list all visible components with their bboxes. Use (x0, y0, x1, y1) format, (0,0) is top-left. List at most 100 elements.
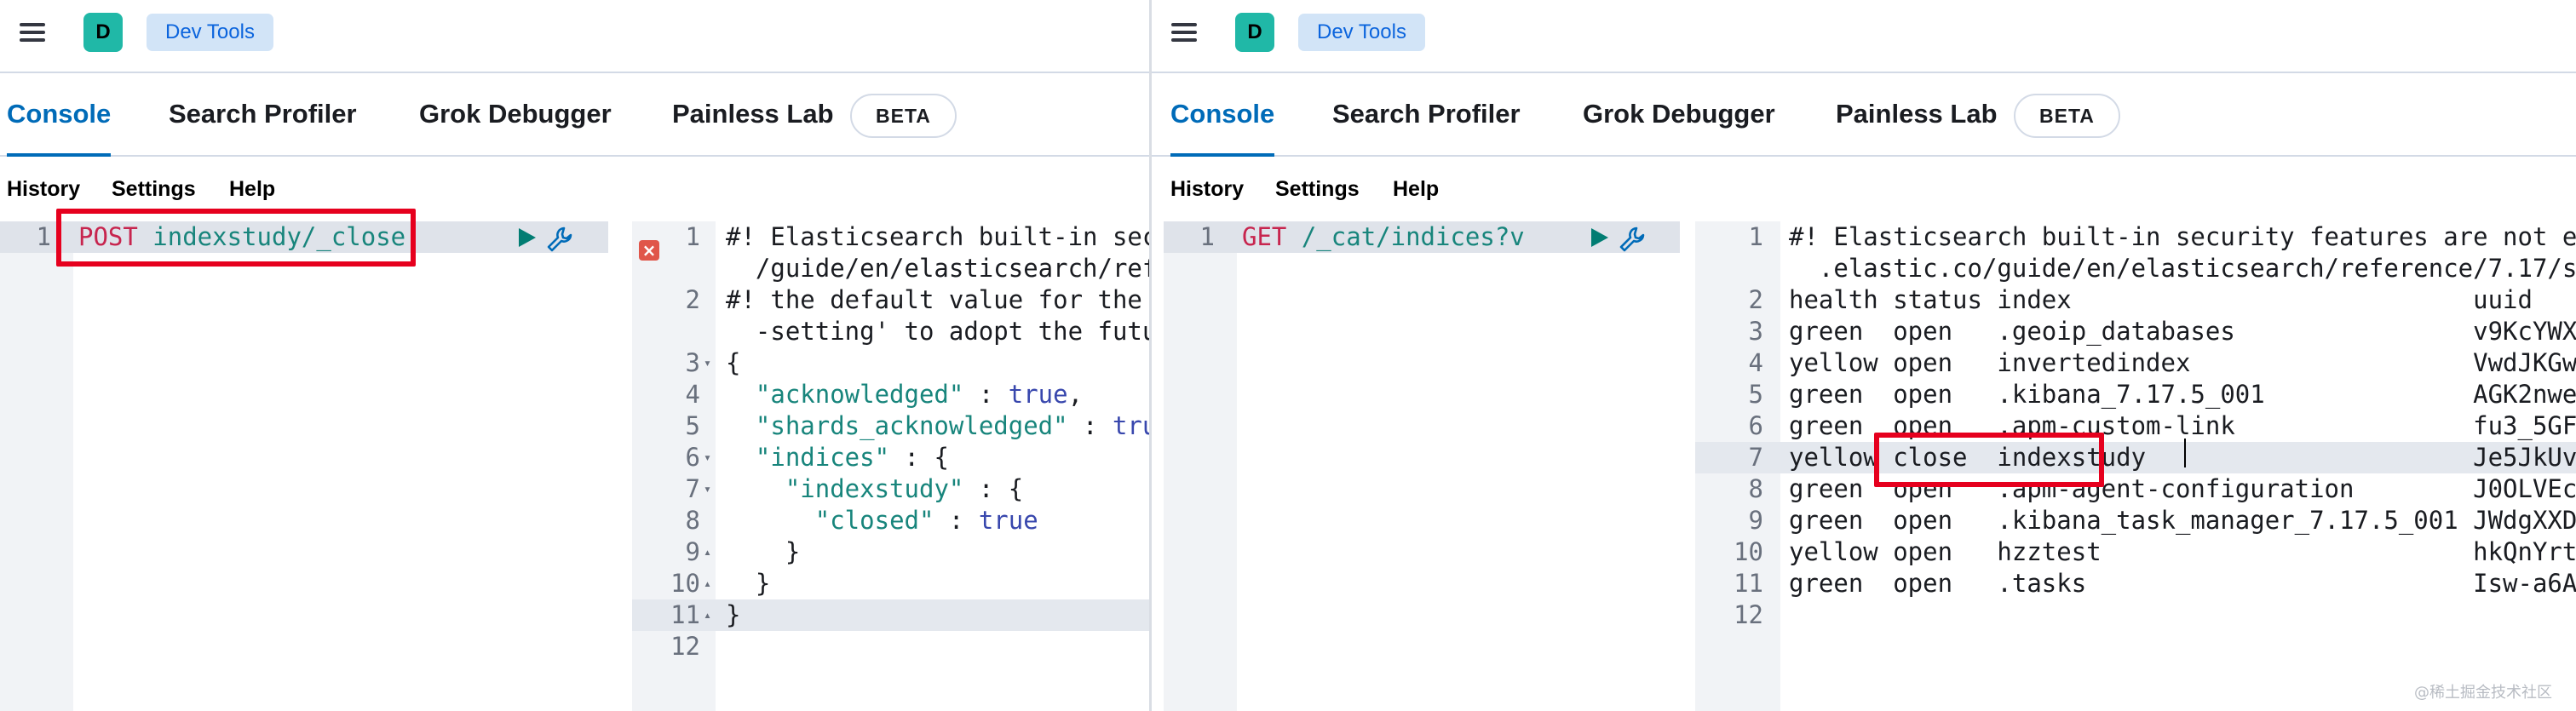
response-text: yellow open invertedindex VwdJKGwVSs (1789, 348, 2576, 377)
fold-arrow-icon[interactable]: ▾ (704, 473, 711, 505)
response-text: #! the default value for the ? (726, 285, 1152, 314)
fold-arrow-icon[interactable]: ▾ (704, 347, 711, 379)
response-line: 11 green open .tasks Isw-a6AvRD (1695, 568, 2576, 599)
breadcrumb[interactable]: Dev Tools (1298, 14, 1425, 51)
line-number: 7 (1748, 443, 1763, 472)
response-text: green open .apm-agent-configuration J0OL… (1789, 474, 2576, 503)
fold-arrow-icon[interactable]: ▴ (704, 536, 711, 568)
response-line: 1 #! Elasticsearch built-in secu (632, 221, 1152, 253)
beta-badge: BETA (2014, 94, 2120, 138)
request-line[interactable]: POST indexstudy/_close (78, 221, 405, 253)
tab-console[interactable]: Console (7, 73, 112, 157)
response-output: 1 #! Elasticsearch built-in security feat… (1695, 221, 2576, 711)
request-gutter (0, 221, 73, 711)
response-line: 4 "acknowledged" : true, (632, 379, 1152, 410)
line-number: 1 (36, 222, 51, 251)
top-header: D Dev Tools (1152, 0, 2576, 73)
tab-painless-lab[interactable]: Painless Lab (1836, 73, 1998, 155)
history-link[interactable]: History (1170, 177, 1244, 202)
line-number: 11 (670, 600, 700, 629)
menu-icon[interactable] (1169, 19, 1199, 46)
line-number: 4 (1748, 348, 1763, 377)
response-line: 7 ▾ "indexstudy" : { (632, 473, 1152, 505)
help-link[interactable]: Help (1393, 177, 1439, 202)
line-number: 11 (1734, 569, 1763, 598)
response-line: 1 #! Elasticsearch built-in security feat… (1695, 221, 2576, 253)
line-number: 3 (1748, 317, 1763, 346)
line-number: 2 (1748, 285, 1763, 314)
tab-painless-lab[interactable]: Painless Lab (672, 73, 834, 155)
tab-search-profiler[interactable]: Search Profiler (1332, 73, 1521, 155)
request-method: POST (78, 222, 138, 251)
request-editor[interactable]: 1 GET /_cat/indices?v (1164, 221, 1680, 711)
response-text: yellow close indexstudy Je5JkUv5SF (1789, 443, 2576, 472)
response-text: { (726, 348, 741, 377)
response-line: 12 (632, 631, 1152, 662)
request-gutter (1164, 221, 1237, 711)
response-line: 12 (1695, 599, 2576, 631)
line-number: 8 (685, 506, 700, 535)
line-number: 8 (1748, 474, 1763, 503)
response-text: #! Elasticsearch built-in security featu… (1789, 222, 2576, 251)
space-avatar[interactable]: D (83, 13, 123, 52)
response-text: } (726, 537, 801, 566)
play-icon[interactable] (517, 228, 536, 247)
wrench-icon[interactable] (1618, 225, 1647, 254)
space-avatar[interactable]: D (1235, 13, 1274, 52)
fold-arrow-icon[interactable]: ▴ (704, 568, 711, 599)
line-number: 10 (1734, 537, 1763, 566)
tab-grok-debugger[interactable]: Grok Debugger (419, 73, 612, 155)
request-path: /_cat/indices?v (1286, 222, 1525, 251)
fold-arrow-icon[interactable]: ▾ (704, 442, 711, 473)
response-line: 8 "closed" : true (632, 505, 1152, 536)
response-text: green open .apm-custom-link fu3_5GF_RI (1789, 411, 2576, 440)
top-header: D Dev Tools (0, 0, 1152, 73)
response-line: 2 health status index uuid (1695, 284, 2576, 316)
response-text: "indices" : { (755, 443, 949, 472)
response-text: green open .kibana_task_manager_7.17.5_0… (1789, 506, 2576, 535)
request-editor[interactable]: 1 POST indexstudy/_close (0, 221, 608, 711)
response-line: 3 green open .geoip_databases v9KcYWXJSQ (1695, 316, 2576, 347)
response-text: -setting' to adopt the futur (726, 317, 1152, 346)
request-path: indexstudy/_close (137, 222, 406, 251)
line-number: 1 (1199, 222, 1215, 251)
response-line: 9 ▴ } (632, 536, 1152, 568)
settings-link[interactable]: Settings (1275, 177, 1360, 202)
menu-icon[interactable] (17, 19, 48, 46)
response-line: 8 green open .apm-agent-configuration J0O… (1695, 473, 2576, 505)
response-line: -setting' to adopt the futur (632, 316, 1152, 347)
request-method: GET (1242, 222, 1287, 251)
tab-search-profiler[interactable]: Search Profiler (169, 73, 357, 155)
fold-arrow-icon[interactable]: ▴ (704, 599, 711, 631)
response-text: } (726, 600, 741, 629)
settings-link[interactable]: Settings (112, 177, 196, 202)
response-line: 6 green open .apm-custom-link fu3_5GF_RI (1695, 410, 2576, 442)
response-text: green open .kibana_7.17.5_001 AGK2nweLQT (1789, 380, 2576, 409)
line-number: 3 (685, 348, 700, 377)
response-line: 5 "shards_acknowledged" : true (632, 410, 1152, 442)
wrench-icon[interactable] (545, 225, 574, 254)
history-link[interactable]: History (7, 177, 80, 202)
response-line: 5 green open .kibana_7.17.5_001 AGK2nweLQ… (1695, 379, 2576, 410)
play-icon[interactable] (1590, 228, 1608, 247)
line-number: 6 (685, 443, 700, 472)
response-text: yellow open hzztest hkQnYrt9S8 (1789, 537, 2576, 566)
response-text: green open .tasks Isw-a6AvRD (1789, 569, 2576, 598)
line-number: 12 (670, 632, 700, 661)
tab-grok-debugger[interactable]: Grok Debugger (1583, 73, 1775, 155)
response-line: 2 #! the default value for the ? (632, 284, 1152, 316)
response-text: .elastic.co/guide/en/elasticsearch/refer… (1789, 254, 2576, 283)
help-link[interactable]: Help (229, 177, 275, 202)
beta-badge: BETA (850, 94, 957, 138)
response-text: } (726, 569, 771, 598)
response-output: × 1 #! Elasticsearch built-in secu /guide… (632, 221, 1152, 711)
line-number: 9 (685, 537, 700, 566)
text-cursor (2184, 439, 2186, 467)
request-line[interactable]: GET /_cat/indices?v (1242, 221, 1525, 253)
watermark: @稀土掘金技术社区 (2414, 684, 2552, 702)
line-number: 6 (1748, 411, 1763, 440)
response-line: 7 yellow close indexstudy Je5JkUv5SF (1695, 442, 2576, 473)
line-number: 5 (1748, 380, 1763, 409)
breadcrumb[interactable]: Dev Tools (147, 14, 273, 51)
tab-console[interactable]: Console (1170, 73, 1275, 157)
